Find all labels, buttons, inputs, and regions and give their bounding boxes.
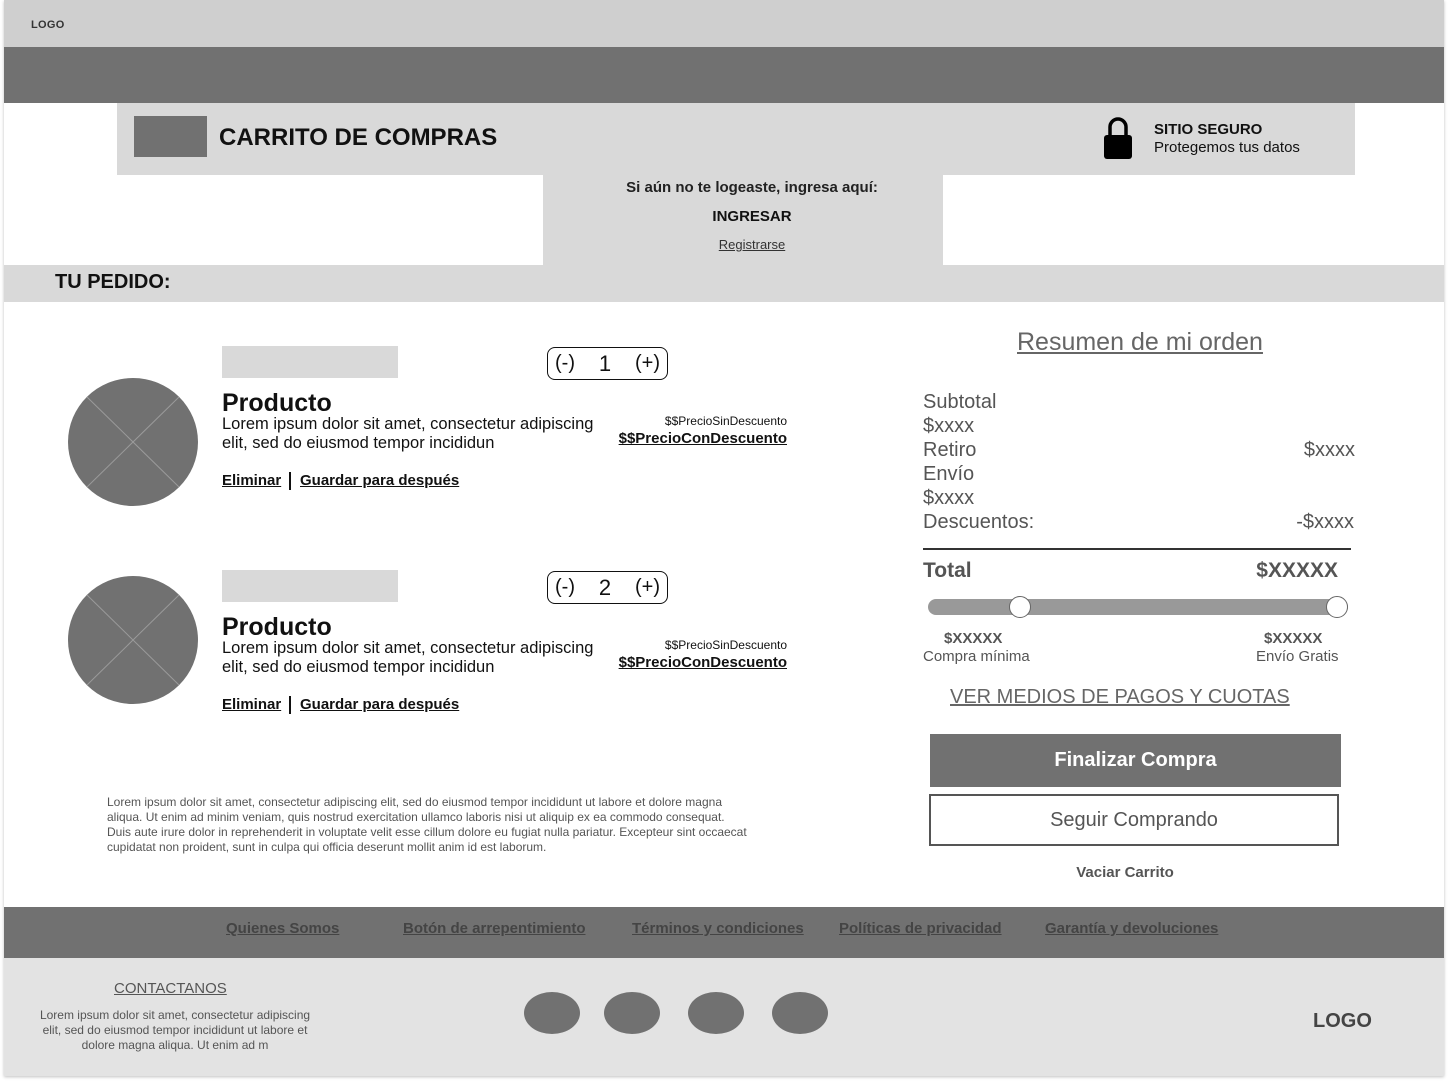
footer-link-withdrawal[interactable]: Botón de arrepentimiento (403, 920, 586, 937)
footer-link-privacy[interactable]: Políticas de privacidad (839, 920, 1002, 937)
product-tag-placeholder (222, 570, 398, 602)
total-label: Total (923, 559, 972, 582)
product-name: Producto (222, 389, 332, 417)
secure-site-subtitle: Protegemos tus datos (1154, 139, 1300, 156)
remove-item-link[interactable]: Eliminar (222, 696, 281, 713)
shipping-value: $xxxx (923, 487, 975, 509)
social-icon[interactable] (772, 992, 828, 1034)
quantity-value: 2 (598, 574, 612, 600)
summary-divider (923, 548, 1351, 550)
contact-link[interactable]: CONTACTANOS (114, 980, 227, 997)
product-image-placeholder (68, 378, 198, 506)
empty-cart-button[interactable]: Vaciar Carrito (1050, 864, 1200, 881)
image-placeholder-icon (86, 594, 180, 686)
login-button[interactable]: INGRESAR (543, 208, 961, 225)
product-description: Lorem ipsum dolor sit amet, consectetur … (222, 415, 594, 452)
price-without-discount: $$PrecioSinDescuento (664, 414, 787, 428)
decrease-quantity-button[interactable]: (-) (555, 576, 575, 599)
product-name: Producto (222, 613, 332, 641)
lock-icon (1104, 117, 1132, 159)
footer-link-warranty[interactable]: Garantía y devoluciones (1045, 920, 1218, 937)
price-without-discount: $$PrecioSinDescuento (664, 638, 787, 652)
social-icon[interactable] (604, 992, 660, 1034)
checkout-button[interactable]: Finalizar Compra (930, 734, 1341, 787)
cart-image-placeholder (134, 116, 207, 157)
save-for-later-link[interactable]: Guardar para después (300, 696, 459, 713)
payment-methods-link[interactable]: VER MEDIOS DE PAGOS Y CUOTAS (950, 686, 1290, 709)
social-icon[interactable] (688, 992, 744, 1034)
product-description: Lorem ipsum dolor sit amet, consectetur … (222, 639, 594, 676)
quantity-value: 1 (598, 350, 612, 376)
top-bar (4, 0, 1444, 47)
increase-quantity-button[interactable]: (+) (635, 576, 660, 599)
image-placeholder-icon (86, 396, 180, 488)
increase-quantity-button[interactable]: (+) (635, 352, 660, 375)
order-heading: TU PEDIDO: (55, 271, 171, 293)
secure-site-title: SITIO SEGURO (1154, 121, 1263, 138)
min-purchase-caption: Compra mínima (923, 648, 1030, 665)
shipping-label: Envío (923, 463, 975, 485)
free-shipping-marker (1326, 596, 1348, 618)
link-divider (289, 472, 291, 490)
pickup-value: $xxxx (1303, 439, 1355, 461)
discounts-value: -$xxxx (1296, 511, 1354, 533)
quantity-stepper: (-) 1 (+) (547, 347, 668, 380)
footer-link-terms[interactable]: Términos y condiciones (632, 920, 804, 937)
social-icon[interactable] (524, 992, 580, 1034)
price-with-discount[interactable]: $$PrecioConDescuento (587, 654, 787, 671)
summary-title: Resumen de mi orden (1017, 328, 1263, 356)
page-title: CARRITO DE COMPRAS (219, 124, 498, 151)
discounts-label: Descuentos: (923, 511, 1035, 533)
remove-item-link[interactable]: Eliminar (222, 472, 281, 489)
decrease-quantity-button[interactable]: (-) (555, 352, 575, 375)
free-shipping-caption: Envío Gratis (1256, 648, 1339, 665)
footer-logo[interactable]: LOGO (1313, 1010, 1372, 1033)
subtotal-value: $xxxx (923, 415, 975, 437)
footer-link-about[interactable]: Quienes Somos (226, 920, 339, 937)
quantity-stepper: (-) 2 (+) (547, 571, 668, 604)
contact-text: Lorem ipsum dolor sit amet, consectetur … (39, 1008, 311, 1052)
link-divider (289, 696, 291, 714)
nav-band (4, 47, 1444, 103)
pickup-label: Retiro (923, 439, 977, 461)
save-for-later-link[interactable]: Guardar para después (300, 472, 459, 489)
continue-shopping-button[interactable]: Seguir Comprando (929, 794, 1339, 846)
subtotal-label: Subtotal (923, 391, 997, 413)
order-heading-band (4, 265, 1444, 302)
register-link[interactable]: Registrarse (543, 237, 961, 252)
login-prompt: Si aún no te logeaste, ingresa aquí: (626, 179, 878, 196)
product-tag-placeholder (222, 346, 398, 378)
shipping-progress-track (928, 599, 1348, 615)
header-logo[interactable]: LOGO (31, 19, 65, 31)
min-purchase-amount: $XXXXX (944, 630, 1003, 647)
free-shipping-amount: $XXXXX (1264, 630, 1323, 647)
order-disclaimer: Lorem ipsum dolor sit amet, consectetur … (107, 795, 747, 854)
total-value: $XXXXX (1256, 559, 1338, 582)
price-with-discount[interactable]: $$PrecioConDescuento (587, 430, 787, 447)
product-image-placeholder (68, 576, 198, 704)
